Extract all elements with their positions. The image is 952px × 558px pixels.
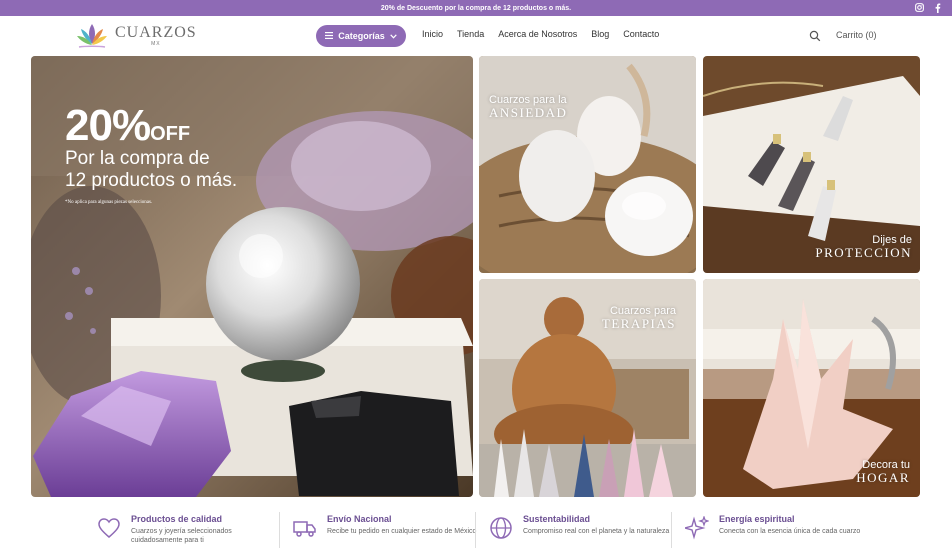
- promo-text: 20% de Descuento por la compra de 12 pro…: [380, 4, 572, 12]
- feature-shipping: Envío Nacional Recibe tu pedido en cualq…: [293, 513, 483, 553]
- feature-divider: [671, 512, 672, 548]
- promo-bar: 20% de Descuento por la compra de 12 pro…: [0, 0, 952, 16]
- tile-ansiedad-image: [479, 56, 696, 273]
- hero-line-1: Por la compra de: [65, 148, 210, 169]
- feature-divider: [279, 512, 280, 548]
- categories-label: Categorías: [338, 31, 385, 41]
- tile-ansiedad[interactable]: Cuarzos para la ANSIEDAD: [479, 56, 696, 273]
- feature-energy-title: Energía espiritual: [719, 514, 795, 524]
- tile-proteccion-line2: PROTECCION: [815, 245, 912, 261]
- nav-tienda[interactable]: Tienda: [457, 29, 484, 39]
- logo-wordmark: CUARZOS: [115, 24, 197, 41]
- tile-terapias-caption: Cuarzos para TERAPIAS: [602, 305, 676, 331]
- feature-sustainability: Sustentabilidad Compromiso real con el p…: [489, 513, 679, 553]
- main-nav: Inicio Tienda Acerca de Nosotros Blog Co…: [422, 29, 673, 39]
- tile-hogar-line2: HOGAR: [856, 470, 910, 486]
- tile-proteccion-caption: Dijes de PROTECCION: [815, 234, 912, 260]
- nav-contacto[interactable]: Contacto: [623, 29, 659, 39]
- tile-terapias-line2: TERAPIAS: [601, 316, 676, 332]
- features-strip: Productos de calidad Cuarzos y joyería s…: [0, 505, 952, 558]
- hero-line-2: 12 productos o más.: [65, 169, 238, 191]
- tile-proteccion[interactable]: Dijes de PROTECCION: [703, 56, 920, 273]
- logo-subtext: MX: [151, 41, 161, 47]
- nav-acerca[interactable]: Acerca de Nosotros: [498, 29, 577, 39]
- categories-button[interactable]: Categorías: [316, 25, 406, 47]
- hero-percent: 20%: [65, 101, 151, 150]
- tile-terapias[interactable]: Cuarzos para TERAPIAS: [479, 279, 696, 497]
- feature-divider: [475, 512, 476, 548]
- feature-shipping-desc: Recibe tu pedido en cualquier estado de …: [327, 528, 477, 535]
- nav-blog[interactable]: Blog: [591, 29, 609, 39]
- feature-sustainability-desc: Compromiso real con el planeta y la natu…: [523, 528, 670, 535]
- hero-banner[interactable]: 20%OFF Por la compra de 12 productos o m…: [31, 56, 473, 497]
- hero-off: OFF: [150, 123, 191, 145]
- tile-hogar[interactable]: Decora tu HOGAR: [703, 279, 920, 497]
- social-links: [914, 2, 942, 13]
- feature-energy-desc: Conecta con la esencia única de cada cua…: [719, 528, 861, 535]
- instagram-icon[interactable]: [914, 2, 924, 13]
- cart-link[interactable]: Carrito (0): [836, 30, 877, 40]
- feature-quality-desc: Cuarzos y joyería seleccionados cuidados…: [131, 528, 232, 545]
- nav-inicio[interactable]: Inicio: [422, 29, 443, 39]
- hero-note: *No aplica para algunas piezas seleccion…: [65, 199, 153, 205]
- lotus-logo-icon: [77, 24, 107, 48]
- truck-icon: [293, 516, 317, 540]
- feature-shipping-title: Envío Nacional: [327, 514, 392, 524]
- menu-icon: [325, 31, 334, 41]
- feature-energy: Energía espiritual Conecta con la esenci…: [682, 513, 875, 553]
- search-icon[interactable]: [809, 29, 821, 42]
- feature-sustainability-title: Sustentabilidad: [523, 514, 591, 524]
- site-logo[interactable]: CUARZOS MX: [75, 21, 197, 51]
- tile-ansiedad-caption: Cuarzos para la ANSIEDAD: [489, 94, 567, 120]
- tile-ansiedad-line2: ANSIEDAD: [489, 105, 568, 121]
- feature-quality-title: Productos de calidad: [131, 514, 223, 524]
- chevron-down-icon: [390, 31, 397, 41]
- feature-quality: Productos de calidad Cuarzos y joyería s…: [97, 513, 287, 553]
- sparkles-icon: [682, 515, 710, 540]
- facebook-icon[interactable]: [932, 2, 942, 13]
- site-header: CUARZOS MX Categorías Inicio Tienda Acer…: [0, 16, 952, 56]
- heart-icon: [97, 516, 121, 540]
- tile-hogar-caption: Decora tu HOGAR: [856, 459, 910, 485]
- hero-copy: 20%OFF Por la compra de 12 productos o m…: [65, 104, 237, 205]
- globe-icon: [489, 516, 513, 540]
